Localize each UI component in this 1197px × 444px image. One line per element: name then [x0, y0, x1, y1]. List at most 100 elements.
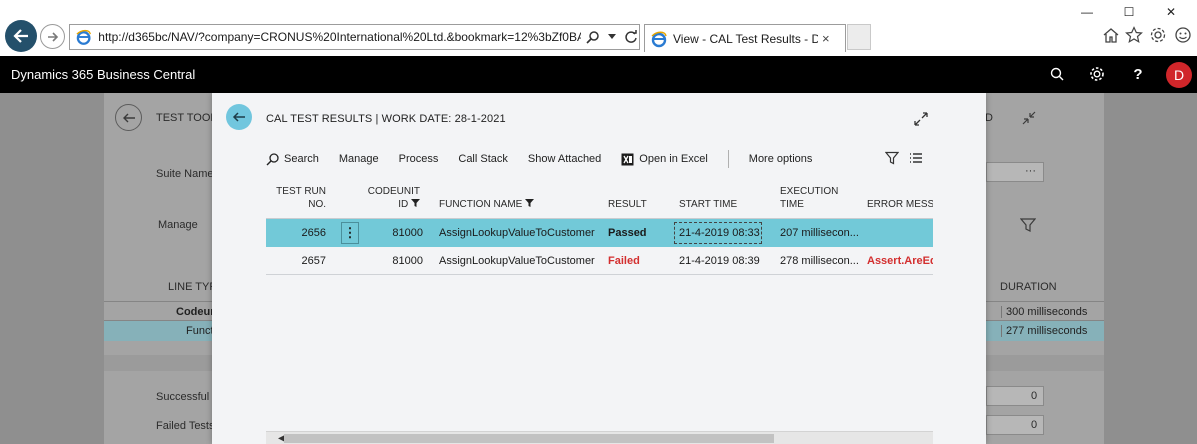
browser-chrome: http://d365bc/NAV/?company=CRONUS%20Inte… [0, 0, 1197, 56]
background-failed-field: 0 [986, 415, 1044, 435]
call-stack-action-label: Call Stack [458, 153, 508, 165]
cell-error-message: Assert.AreEq [867, 255, 933, 267]
arrow-left-icon [13, 29, 28, 43]
background-successful-field: 0 [986, 386, 1044, 406]
feedback-smiley-icon[interactable] [1172, 24, 1194, 46]
column-header-start-time[interactable]: START TIME [679, 198, 737, 211]
background-title-right: D [985, 112, 993, 124]
background-failed-value: 0 [1031, 419, 1038, 431]
close-window-button[interactable]: ✕ [1156, 2, 1186, 22]
column-header-result[interactable]: RESULT [608, 198, 647, 211]
background-suite-dots: ··· [1025, 165, 1036, 177]
browser-tab[interactable]: View - CAL Test Results - D... × [644, 24, 846, 52]
background-suite-label: Suite Name [156, 168, 214, 180]
show-attached-action[interactable]: Show Attached [528, 153, 601, 165]
dropdown-icon[interactable] [604, 27, 619, 47]
home-icon[interactable] [1100, 24, 1122, 46]
filter-funnel-icon [525, 199, 535, 207]
process-action-label: Process [398, 153, 439, 165]
open-in-excel-label: Open in Excel [639, 153, 708, 165]
row-menu-button[interactable]: ⋮ [341, 222, 359, 244]
arrow-left-icon [122, 113, 135, 122]
search-icon[interactable] [1047, 64, 1067, 84]
cell-test-run-no: 2657 [301, 255, 326, 267]
more-options-label: More options [748, 153, 813, 165]
background-back-button [115, 104, 142, 131]
settings-gear-icon[interactable] [1087, 64, 1107, 84]
background-row-duration: 277 milliseconds [1001, 325, 1087, 337]
expand-icon[interactable] [912, 110, 930, 128]
column-header-text: FUNCTION NAME [439, 199, 523, 210]
column-header-text: TIME [780, 199, 804, 210]
action-separator [727, 150, 729, 168]
cell-start-time[interactable]: 21-4-2019 08:33 [679, 227, 763, 239]
cell-codeunit-id: 81000 [392, 255, 423, 267]
table-row[interactable]: 2656 ⋮ 81000 AssignLookupValueToCustomer… [266, 219, 933, 247]
cell-result: Passed [608, 227, 647, 239]
cell-execution-time: 278 millisecon... [780, 255, 859, 267]
user-avatar[interactable]: D [1166, 62, 1192, 88]
dialog-title: CAL TEST RESULTS | WORK DATE: 28-1-2021 [266, 113, 506, 125]
app-title: Dynamics 365 Business Central [11, 67, 196, 82]
list-view-icon[interactable] [908, 150, 924, 166]
background-successful-value: 0 [1031, 390, 1038, 402]
column-header-execution-time[interactable]: EXECUTION TIME [780, 185, 838, 211]
cell-result: Failed [608, 255, 640, 267]
cell-start-time: 21-4-2019 08:39 [679, 255, 760, 267]
background-line-type-header: LINE TYP [168, 281, 217, 293]
minimize-button[interactable]: — [1072, 2, 1102, 22]
dialog-back-button[interactable] [226, 104, 252, 130]
scrollbar-thumb[interactable] [284, 434, 774, 443]
filter-funnel-icon [411, 199, 420, 207]
tab-title: View - CAL Test Results - D... [673, 31, 818, 46]
manage-action-label: Manage [338, 153, 379, 165]
open-in-excel-action[interactable]: Open in Excel [621, 153, 708, 166]
arrow-right-icon [47, 31, 58, 42]
ie-logo-icon [651, 31, 667, 47]
show-attached-action-label: Show Attached [527, 153, 602, 165]
search-action-label: Search [284, 153, 319, 165]
tab-close-icon[interactable]: × [822, 31, 830, 46]
column-header-error-message[interactable]: ERROR MESS [867, 198, 933, 211]
help-icon[interactable]: ? [1128, 64, 1148, 84]
cell-execution-time: 207 millisecon... [780, 227, 859, 239]
more-options-action[interactable]: More options [749, 153, 813, 165]
cell-codeunit-id: 81000 [392, 227, 423, 239]
search-icon[interactable] [585, 27, 600, 47]
background-successful-label: Successful T [156, 391, 219, 403]
cell-function-name: AssignLookupValueToCustomer [439, 227, 595, 239]
address-bar[interactable]: http://d365bc/NAV/?company=CRONUS%20Inte… [69, 24, 640, 50]
column-header-text: CODEUNIT [367, 186, 420, 197]
background-collapse-icon [1022, 111, 1036, 128]
horizontal-scrollbar[interactable]: ◀ [266, 431, 933, 444]
column-header-text: EXECUTION [780, 186, 839, 197]
new-tab-button[interactable] [847, 24, 871, 50]
maximize-button[interactable]: ☐ [1114, 2, 1144, 22]
column-header-text: NO. [308, 199, 326, 210]
refresh-icon[interactable] [624, 27, 639, 47]
search-action[interactable]: Search [266, 152, 319, 166]
browser-back-button[interactable] [5, 20, 37, 52]
process-action[interactable]: Process [399, 153, 439, 165]
browser-forward-button[interactable] [40, 24, 65, 49]
column-header-test-run-no[interactable]: TEST RUN NO. [270, 185, 326, 211]
ie-logo-icon [76, 29, 92, 45]
cell-test-run-no: 2656 [301, 227, 326, 239]
column-header-text: ID [398, 199, 409, 210]
column-header-codeunit-id[interactable]: CODEUNIT ID [362, 185, 420, 211]
table-row[interactable]: 2657 81000 AssignLookupValueToCustomer F… [266, 247, 933, 275]
call-stack-action[interactable]: Call Stack [458, 153, 508, 165]
column-header-text: TEST RUN [276, 186, 326, 197]
background-filter-icon [1019, 217, 1037, 236]
background-manage: Manage [158, 219, 198, 231]
cell-function-name: AssignLookupValueToCustomer [439, 255, 595, 267]
arrow-left-icon [232, 112, 245, 122]
filter-icon[interactable] [884, 150, 900, 166]
favorites-star-icon[interactable] [1123, 24, 1145, 46]
column-header-function-name[interactable]: FUNCTION NAME [439, 198, 549, 211]
settings-gear-icon[interactable] [1147, 24, 1169, 46]
search-icon [266, 152, 279, 166]
app-header: Dynamics 365 Business Central ? D [0, 56, 1197, 93]
address-url[interactable]: http://d365bc/NAV/?company=CRONUS%20Inte… [98, 30, 581, 44]
manage-action[interactable]: Manage [339, 153, 379, 165]
